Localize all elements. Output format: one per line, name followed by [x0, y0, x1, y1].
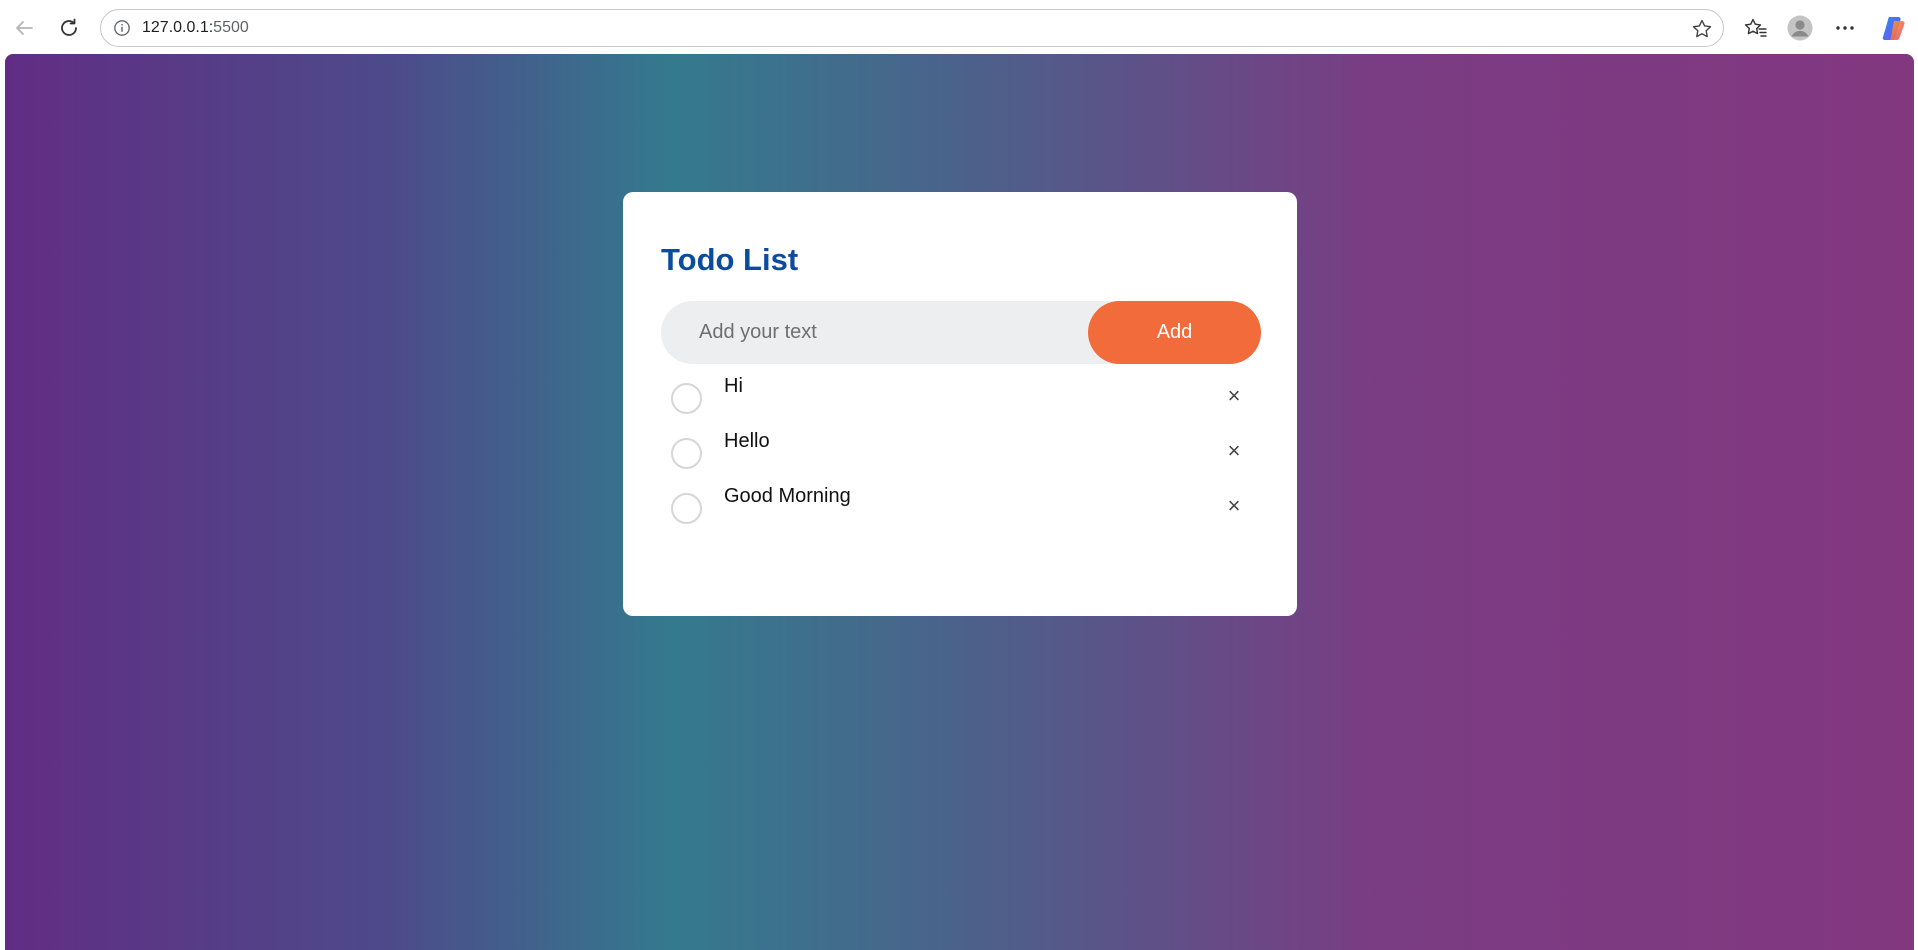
checkbox[interactable]	[671, 493, 702, 524]
checkbox[interactable]	[671, 383, 702, 414]
address-bar[interactable]: 127.0.0.1:5500	[100, 9, 1724, 47]
list-item[interactable]: Good Morning ×	[661, 482, 1261, 537]
list-item[interactable]: Hi ×	[661, 372, 1261, 427]
list-item[interactable]: Hello ×	[661, 427, 1261, 482]
url-port: 5500	[213, 19, 249, 36]
close-icon[interactable]: ×	[1218, 380, 1250, 412]
back-button[interactable]	[6, 10, 42, 46]
todo-card: Todo List Add Hi × Hello × Good Morning …	[623, 192, 1297, 616]
reload-button[interactable]	[51, 10, 87, 46]
copilot-icon	[1880, 14, 1908, 42]
more-button[interactable]	[1827, 10, 1863, 46]
todo-text[interactable]: Hi	[724, 374, 743, 398]
reload-icon	[58, 17, 80, 39]
checkbox[interactable]	[671, 438, 702, 469]
profile-icon	[1787, 15, 1813, 41]
back-icon	[13, 17, 35, 39]
page-viewport: Todo List Add Hi × Hello × Good Morning …	[5, 54, 1914, 950]
add-button[interactable]: Add	[1088, 301, 1261, 364]
more-icon	[1834, 17, 1856, 39]
profile-button[interactable]	[1782, 10, 1818, 46]
todo-list: Hi × Hello × Good Morning ×	[661, 372, 1261, 537]
favorites-button[interactable]	[1738, 10, 1774, 46]
todo-input[interactable]	[661, 301, 1091, 364]
add-todo-row: Add	[661, 301, 1261, 364]
favorites-icon	[1744, 17, 1768, 39]
url-text[interactable]: 127.0.0.1:5500	[142, 19, 249, 37]
info-icon[interactable]	[111, 17, 133, 39]
url-host: 127.0.0.1:	[142, 19, 214, 36]
todo-text[interactable]: Good Morning	[724, 484, 851, 508]
browser-toolbar: 127.0.0.1:5500	[0, 0, 1918, 54]
page-title: Todo List	[661, 242, 799, 277]
todo-text[interactable]: Hello	[724, 429, 770, 453]
copilot-button[interactable]	[1876, 10, 1912, 46]
close-icon[interactable]: ×	[1218, 435, 1250, 467]
star-icon[interactable]	[1691, 18, 1713, 40]
close-icon[interactable]: ×	[1218, 490, 1250, 522]
